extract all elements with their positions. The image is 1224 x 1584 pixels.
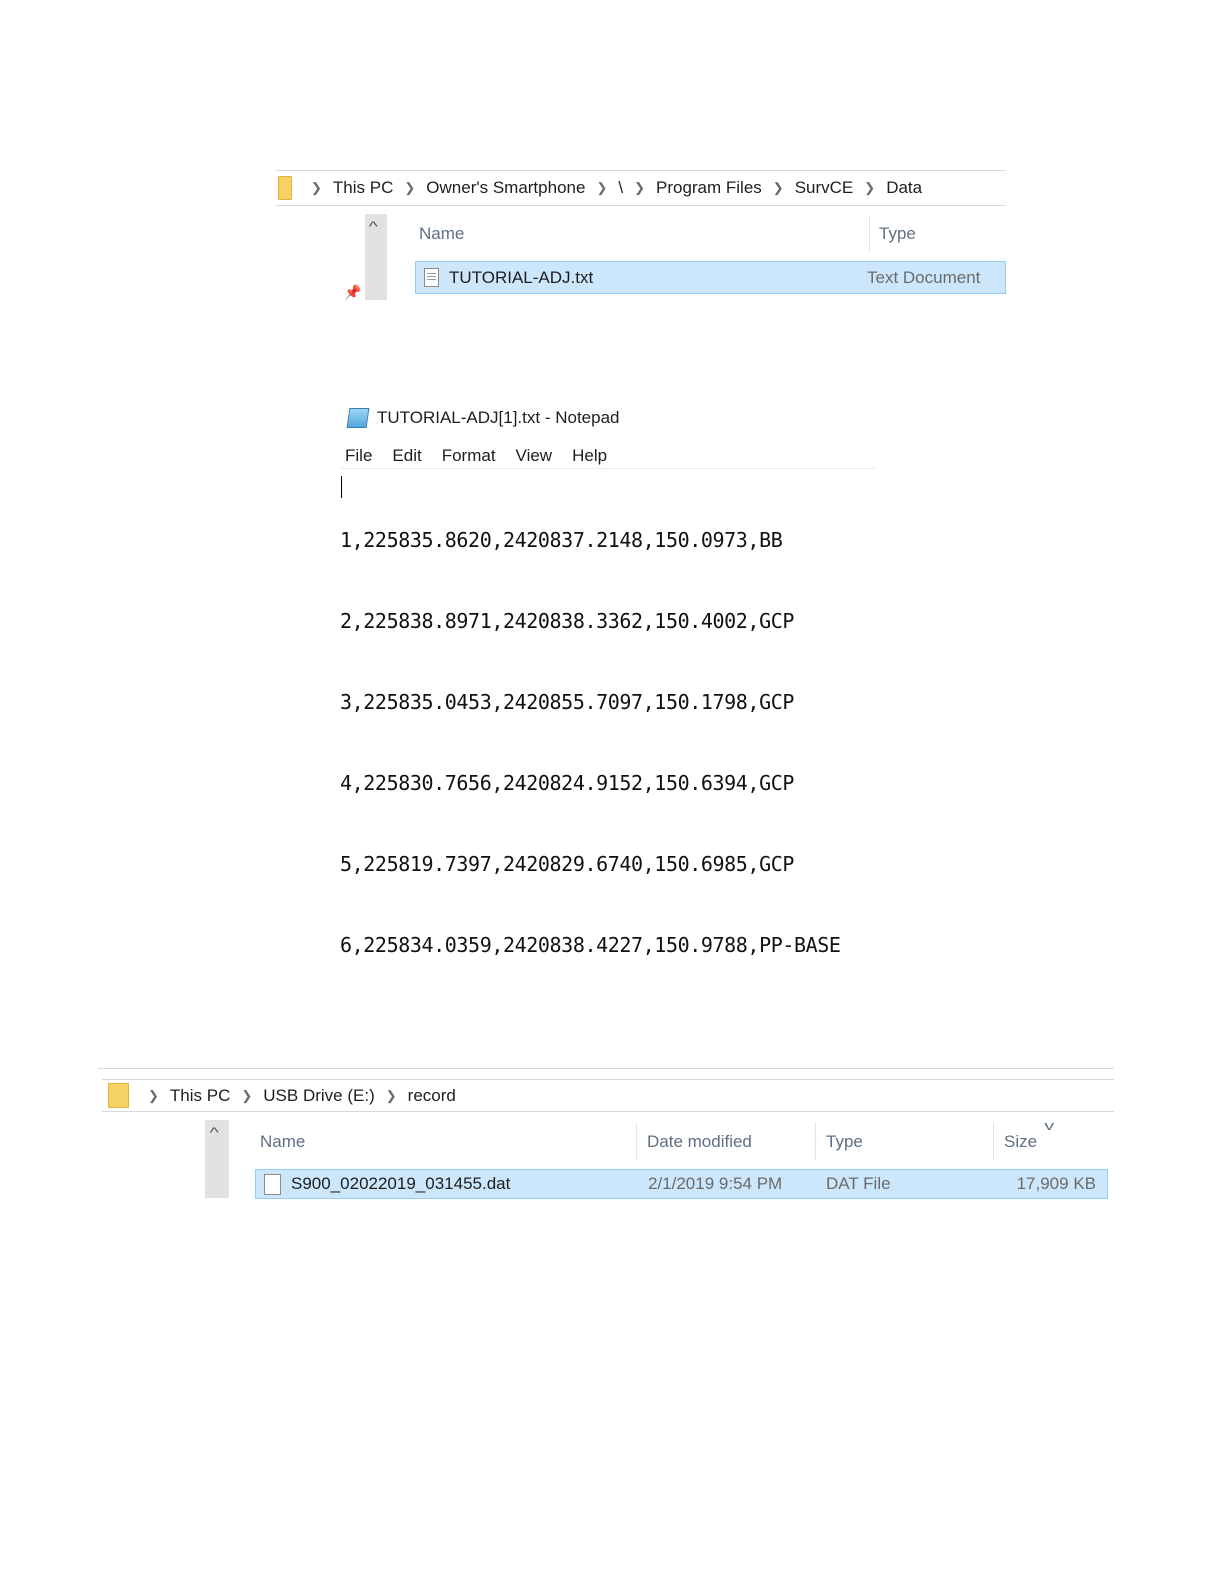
address-bar[interactable]: ❯ This PC ❯ USB Drive (E:) ❯ record [102,1079,1114,1112]
chevron-right-icon[interactable]: ❯ [241,1088,252,1104]
chevron-right-icon[interactable]: ❯ [404,180,415,196]
menu-edit[interactable]: Edit [392,446,421,466]
column-divider[interactable] [869,216,870,252]
file-type: DAT File [826,1174,891,1193]
column-header-name[interactable]: Name [419,224,464,244]
column-header-date-modified[interactable]: Date modified [647,1132,752,1152]
address-bar[interactable]: ❯ This PC ❯ Owner's Smartphone ❯ \ ❯ Pro… [276,170,1006,206]
column-header-type[interactable]: Type [826,1132,863,1152]
chevron-right-icon[interactable]: ❯ [311,180,322,196]
column-divider[interactable] [993,1122,994,1160]
window-edge [98,1068,1114,1069]
sort-down-icon[interactable]: v [1044,1118,1054,1133]
column-divider[interactable] [636,1122,637,1160]
breadcrumb-owners-smartphone[interactable]: Owner's Smartphone [426,178,585,198]
chevron-right-icon[interactable]: ❯ [148,1088,159,1104]
text-line: 4,225830.7656,2420824.9152,150.6394,GCP [340,771,794,795]
menu-divider [340,468,875,469]
chevron-right-icon[interactable]: ❯ [596,180,607,196]
menu-file[interactable]: File [345,446,372,466]
chevron-right-icon[interactable]: ❯ [634,180,645,196]
text-line: 6,225834.0359,2420838.4227,150.9788,PP-B… [340,933,841,957]
file-list: ^ Name Date modified Type Size v S900_02… [98,1112,1114,1203]
notepad-window: TUTORIAL-ADJ[1].txt - Notepad File Edit … [340,400,875,957]
notepad-icon [346,408,370,428]
column-header-name[interactable]: Name [260,1132,305,1152]
breadcrumb-usb-drive[interactable]: USB Drive (E:) [263,1086,374,1106]
menu-format[interactable]: Format [442,446,496,466]
folder-icon [108,1083,129,1108]
breadcrumb-program-files[interactable]: Program Files [656,178,762,198]
column-divider[interactable] [815,1122,816,1160]
file-row-selected[interactable]: TUTORIAL-ADJ.txt Text Document [415,261,1006,294]
chevron-right-icon[interactable]: ❯ [773,180,784,196]
text-line: 1,225835.8620,2420837.2148,150.0973,BB [340,528,783,552]
chevron-right-icon[interactable]: ❯ [386,1088,397,1104]
breadcrumb-survce[interactable]: SurvCE [795,178,854,198]
file-name: TUTORIAL-ADJ.txt [449,267,594,287]
breadcrumb-root[interactable]: \ [618,178,623,198]
file-list: ^ 📌 Name Type TUTORIAL-ADJ.txt Text Docu… [276,206,1006,300]
file-name: S900_02022019_031455.dat [291,1174,511,1193]
text-file-icon [424,268,439,287]
pin-icon[interactable]: 📌 [344,284,361,301]
column-header-type[interactable]: Type [879,224,916,244]
scroll-up-icon[interactable]: ^ [369,218,378,234]
column-header-size[interactable]: Size [1004,1132,1037,1152]
explorer-window-usb: ❯ This PC ❯ USB Drive (E:) ❯ record ^ Na… [98,1068,1114,1203]
text-line: 2,225838.8971,2420838.3362,150.4002,GCP [340,609,794,633]
file-type: Text Document [867,267,981,287]
window-title: TUTORIAL-ADJ[1].txt - Notepad [377,408,620,427]
folder-icon [278,176,292,200]
scroll-up-icon[interactable]: ^ [210,1124,219,1140]
file-row-selected[interactable]: S900_02022019_031455.dat 2/1/2019 9:54 P… [255,1169,1108,1199]
file-icon [264,1173,281,1195]
file-date-modified: 2/1/2019 9:54 PM [648,1174,783,1193]
text-line: 3,225835.0453,2420855.7097,150.1798,GCP [340,690,794,714]
explorer-window-smartphone: ❯ This PC ❯ Owner's Smartphone ❯ \ ❯ Pro… [276,170,1006,300]
file-size: 17,909 KB [1016,1174,1096,1193]
breadcrumb-record[interactable]: record [408,1086,456,1106]
menu-bar: File Edit Format View Help [345,446,627,466]
text-line: 5,225819.7397,2420829.6740,150.6985,GCP [340,852,794,876]
text-editor[interactable]: 1,225835.8620,2420837.2148,150.0973,BB 2… [340,473,841,1013]
title-bar[interactable]: TUTORIAL-ADJ[1].txt - Notepad [346,408,620,428]
breadcrumb-this-pc[interactable]: This PC [333,178,393,198]
chevron-right-icon[interactable]: ❯ [864,180,875,196]
breadcrumb-data[interactable]: Data [886,178,922,198]
breadcrumb-this-pc[interactable]: This PC [170,1086,230,1106]
menu-help[interactable]: Help [572,446,607,466]
menu-view[interactable]: View [516,446,553,466]
